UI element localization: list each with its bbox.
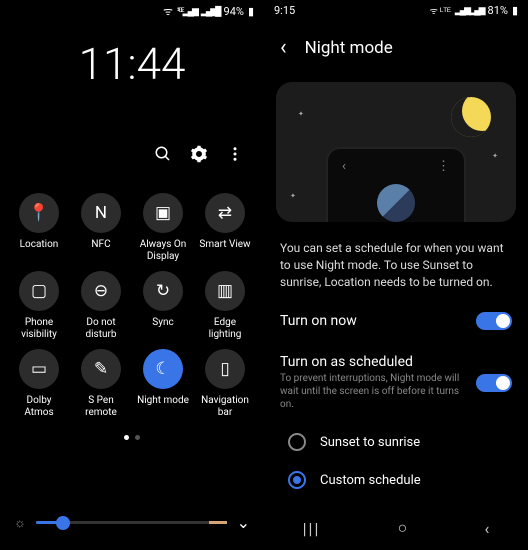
tile-label: Do not disturb <box>74 317 128 341</box>
search-icon[interactable] <box>154 145 172 163</box>
tile-icon: ✎ <box>81 349 121 389</box>
signal-icon: ▂▄▆ ▂▄▆ <box>455 5 484 16</box>
sunset-radio[interactable] <box>288 433 306 451</box>
back-button[interactable]: ‹ <box>280 35 287 60</box>
tile-label: Navigation bar <box>198 395 252 419</box>
chevron-left-icon: ‹ <box>342 159 346 174</box>
back-button[interactable]: ‹ <box>485 519 490 538</box>
tile-icon: ▢ <box>19 271 59 311</box>
custom-radio-row[interactable]: Custom schedule <box>264 461 528 499</box>
page-title: Night mode <box>305 38 393 58</box>
tile-icon: ⊖ <box>81 271 121 311</box>
custom-radio[interactable] <box>288 471 306 489</box>
row-title: Turn on now <box>280 313 357 329</box>
tile-always-on-display[interactable]: ▣ Always On Display <box>136 193 190 263</box>
wifi-icon: ▂▄▆█ <box>201 6 220 17</box>
network-icon: ᯤ <box>163 4 173 19</box>
more-icon[interactable] <box>226 145 244 163</box>
tile-icon: 📍 <box>19 193 59 233</box>
brightness-bar: ☼ ⌄ <box>0 513 264 532</box>
star-icon: ✦ <box>492 152 498 160</box>
tile-do-not-disturb[interactable]: ⊖ Do not disturb <box>74 271 128 341</box>
home-button[interactable]: ○ <box>398 518 408 538</box>
clock: 11:44 <box>0 38 264 90</box>
tile-icon: ↻ <box>143 271 183 311</box>
tile-label: Smart View <box>199 239 250 263</box>
tile-icon: ▭ <box>19 349 59 389</box>
description-text: You can set a schedule for when you want… <box>264 230 528 300</box>
tile-sync[interactable]: ↻ Sync <box>136 271 190 341</box>
status-bar: ᯤ ⁵ᴳᴱ ▂▄▆ ▂▄▆█ 94% ▮ <box>0 0 264 23</box>
tile-nfc[interactable]: N NFC <box>74 193 128 263</box>
sun-icon: ☼ <box>14 515 26 531</box>
chevron-down-icon[interactable]: ⌄ <box>237 513 250 532</box>
tile-navigation-bar[interactable]: ▯ Navigation bar <box>198 349 252 419</box>
page-dot-2[interactable] <box>135 435 140 440</box>
top-actions <box>0 145 264 163</box>
brightness-slider[interactable] <box>36 521 227 524</box>
gear-icon[interactable] <box>190 145 208 163</box>
tile-icon: ▣ <box>143 193 183 233</box>
tile-icon: ▥ <box>205 271 245 311</box>
page-dots <box>0 435 264 440</box>
tile-s-pen-remote[interactable]: ✎ S Pen remote <box>74 349 128 419</box>
tile-location[interactable]: 📍 Location <box>12 193 66 263</box>
tile-smart-view[interactable]: ⇄ Smart View <box>198 193 252 263</box>
network-icon: ᯤ ᴸᵀᴱ <box>430 4 451 17</box>
battery-icon: ▮ <box>512 4 518 17</box>
tile-icon: ▯ <box>205 349 245 389</box>
status-bar: 9:15 ᯤ ᴸᵀᴱ ▂▄▆ ▂▄▆ 81% ▮ <box>264 0 528 21</box>
tile-label: Dolby Atmos <box>12 395 66 419</box>
tile-label: Location <box>20 239 59 263</box>
battery-icon: ▮ <box>248 5 254 18</box>
tile-phone-visibility[interactable]: ▢ Phone visibility <box>12 271 66 341</box>
hero-illustration: ✦ ✦ ✦ ‹⋮ <box>276 82 516 222</box>
status-time: 9:15 <box>274 4 295 17</box>
night-mode-screen: 9:15 ᯤ ᴸᵀᴱ ▂▄▆ ▂▄▆ 81% ▮ ‹ Night mode ✦ … <box>264 0 528 550</box>
row-subtitle: To prevent interruptions, Night mode wil… <box>280 372 470 411</box>
tile-label: NFC <box>91 239 110 263</box>
tile-night-mode[interactable]: ☾ Night mode <box>136 349 190 419</box>
sunset-radio-row[interactable]: Sunset to sunrise <box>264 423 528 461</box>
scheduled-toggle[interactable] <box>476 374 512 392</box>
row-title: Turn on as scheduled <box>280 354 470 370</box>
signal-icon: ⁵ᴳᴱ ▂▄▆ <box>177 6 197 17</box>
radio-label: Custom schedule <box>320 473 421 488</box>
tile-icon: N <box>81 193 121 233</box>
radio-label: Sunset to sunrise <box>320 435 420 450</box>
nav-bar: ||| ○ ‹ <box>264 506 528 550</box>
tile-grid: 📍 Location N NFC ▣ Always On Display ⇄ Smart Vi… <box>0 193 264 419</box>
tile-icon: ☾ <box>143 349 183 389</box>
tile-label: Edge lighting <box>198 317 252 341</box>
turn-on-scheduled-row[interactable]: Turn on as scheduled To prevent interrup… <box>264 342 528 423</box>
preview-circle <box>377 184 415 222</box>
turn-on-now-row[interactable]: Turn on now <box>264 300 528 342</box>
tile-label: Sync <box>152 317 173 341</box>
page-dot-1[interactable] <box>124 435 129 440</box>
phone-preview: ‹⋮ <box>326 147 466 222</box>
star-icon: ✦ <box>298 110 304 118</box>
turn-on-now-toggle[interactable] <box>476 312 512 330</box>
recents-button[interactable]: ||| <box>303 519 321 538</box>
tile-edge-lighting[interactable]: ▥ Edge lighting <box>198 271 252 341</box>
quick-settings-screen: ᯤ ⁵ᴳᴱ ▂▄▆ ▂▄▆█ 94% ▮ 11:44 📍 Location N NFC… <box>0 0 264 550</box>
tile-dolby-atmos[interactable]: ▭ Dolby Atmos <box>12 349 66 419</box>
battery-pct: 81% <box>488 4 508 17</box>
header: ‹ Night mode <box>264 21 528 74</box>
tile-label: Night mode <box>137 395 189 419</box>
tile-icon: ⇄ <box>205 193 245 233</box>
more-icon: ⋮ <box>437 159 450 174</box>
moon-icon <box>451 97 491 137</box>
star-icon: ✦ <box>290 192 296 200</box>
tile-label: S Pen remote <box>74 395 128 419</box>
battery-pct: 94% <box>224 5 244 18</box>
tile-label: Always On Display <box>136 239 190 263</box>
tile-label: Phone visibility <box>12 317 66 341</box>
